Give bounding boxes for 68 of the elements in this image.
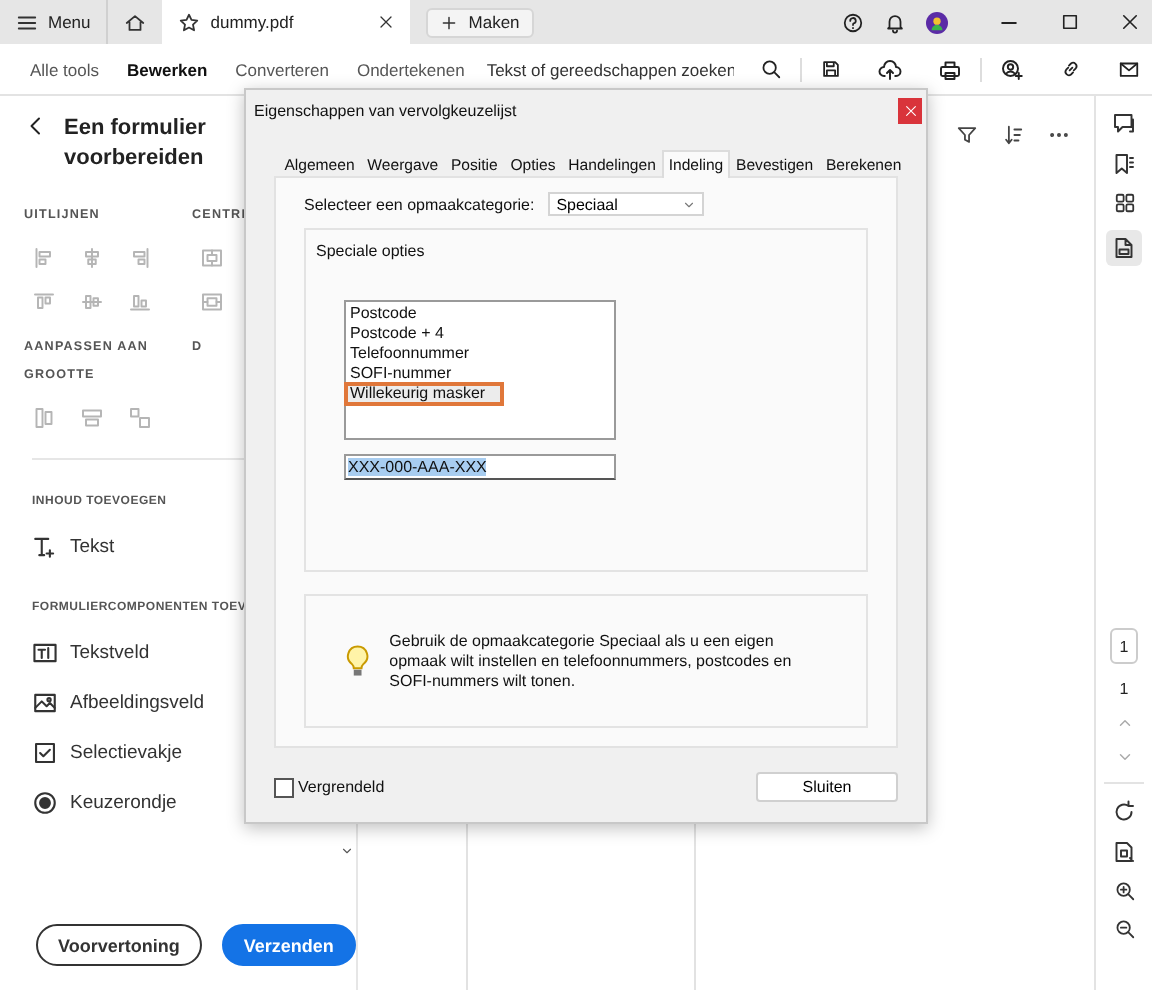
close-icon[interactable] bbox=[378, 14, 395, 30]
search-icon[interactable] bbox=[760, 58, 783, 80]
toolbar-tab[interactable]: Bewerken bbox=[113, 44, 222, 94]
close-dialog-button[interactable]: Sluiten bbox=[756, 772, 898, 802]
lightbulb-icon bbox=[346, 644, 370, 678]
page-number-field[interactable]: 1 bbox=[1110, 628, 1138, 664]
document-tab[interactable]: dummy.pdf bbox=[162, 0, 411, 44]
checkbox-icon bbox=[32, 739, 58, 765]
image-field-icon bbox=[32, 689, 58, 715]
list-option[interactable]: Willekeurig masker bbox=[346, 384, 502, 404]
category-dropdown[interactable]: Speciaal bbox=[548, 192, 705, 216]
menu-button[interactable]: Menu bbox=[0, 0, 107, 44]
lock-checkbox[interactable]: Vergrendeld bbox=[274, 777, 385, 797]
plus-icon bbox=[440, 13, 459, 31]
tool-item[interactable]: Tekstveld bbox=[32, 638, 150, 666]
text-add-icon bbox=[32, 533, 58, 559]
group-title: Speciale opties bbox=[316, 242, 425, 260]
toolbar-tab[interactable]: Converteren bbox=[221, 44, 343, 94]
new-button[interactable]: Maken bbox=[426, 7, 534, 37]
rotate-icon[interactable] bbox=[1112, 800, 1136, 824]
mask-field[interactable]: XXX-000-AAA-XXX bbox=[344, 454, 616, 480]
add-person-icon[interactable] bbox=[1000, 57, 1024, 81]
tool-item[interactable]: Tekst bbox=[32, 532, 115, 560]
link-icon[interactable] bbox=[1060, 58, 1082, 80]
list-option[interactable]: Postcode bbox=[346, 304, 614, 324]
page-icon[interactable] bbox=[1112, 236, 1136, 260]
list-option[interactable]: SOFI-nummer bbox=[346, 364, 614, 384]
close-button[interactable] bbox=[898, 97, 922, 123]
sort-icon[interactable] bbox=[1002, 124, 1024, 146]
panel-title: Een formulier voorbereiden bbox=[64, 114, 208, 174]
filter-icon[interactable] bbox=[956, 124, 978, 146]
tool-item[interactable]: Selectievakje bbox=[32, 738, 182, 766]
close-icon bbox=[903, 103, 917, 117]
list-option[interactable]: Telefoonnummer bbox=[346, 344, 614, 364]
toolbar-tab[interactable]: Ondertekenen bbox=[342, 44, 479, 94]
zoom-in-icon[interactable] bbox=[1113, 880, 1135, 902]
options-list[interactable]: Postcode Postcode + 4 Telefoonnummer SOFI-nummer Willekeurig masker bbox=[344, 300, 616, 440]
maximize-icon[interactable] bbox=[1060, 12, 1080, 32]
comment-icon[interactable] bbox=[1112, 112, 1136, 136]
thumbnails-icon[interactable] bbox=[1113, 192, 1135, 214]
preview-button[interactable]: Voorvertoning bbox=[36, 924, 202, 966]
print-icon[interactable] bbox=[938, 57, 963, 81]
close-icon[interactable] bbox=[1120, 12, 1140, 32]
menu-icon bbox=[16, 11, 38, 33]
zoom-out-icon[interactable] bbox=[1113, 918, 1135, 940]
fit-page-icon[interactable] bbox=[1112, 840, 1136, 864]
mail-icon[interactable] bbox=[1118, 58, 1140, 80]
help-icon[interactable] bbox=[842, 11, 864, 33]
tool-item[interactable]: Keuzerondje bbox=[32, 788, 177, 816]
bookmark-icon[interactable] bbox=[1112, 152, 1136, 176]
category-label: Selecteer een opmaakcategorie: bbox=[304, 195, 535, 213]
bell-icon[interactable] bbox=[884, 11, 906, 33]
text-field-icon bbox=[32, 639, 58, 665]
cloud-upload-icon[interactable] bbox=[878, 57, 903, 81]
caret-icon bbox=[682, 197, 697, 211]
radio-button-icon bbox=[32, 789, 58, 815]
list-option[interactable]: Postcode + 4 bbox=[346, 324, 614, 344]
scroll-down-icon[interactable] bbox=[340, 844, 354, 858]
toolbar-tab[interactable]: Alle tools bbox=[16, 44, 113, 94]
hint-text: Gebruik de opmaakcategorie Speciaal als u een eigen opmaak wilt instellen en telefoonnummers, postcodes en SOFI-nummers wilt tonen. bbox=[389, 631, 794, 691]
star-icon bbox=[178, 11, 201, 33]
tool-item[interactable]: Afbeeldingsveld bbox=[32, 688, 205, 716]
save-icon[interactable] bbox=[820, 58, 843, 80]
send-button[interactable]: Verzenden bbox=[221, 924, 356, 966]
avatar-icon[interactable] bbox=[926, 11, 948, 33]
page-count: 1 bbox=[1119, 680, 1129, 698]
dialog-title: Eigenschappen van vervolgkeuzelijst bbox=[254, 101, 517, 119]
home-icon[interactable] bbox=[124, 11, 147, 33]
